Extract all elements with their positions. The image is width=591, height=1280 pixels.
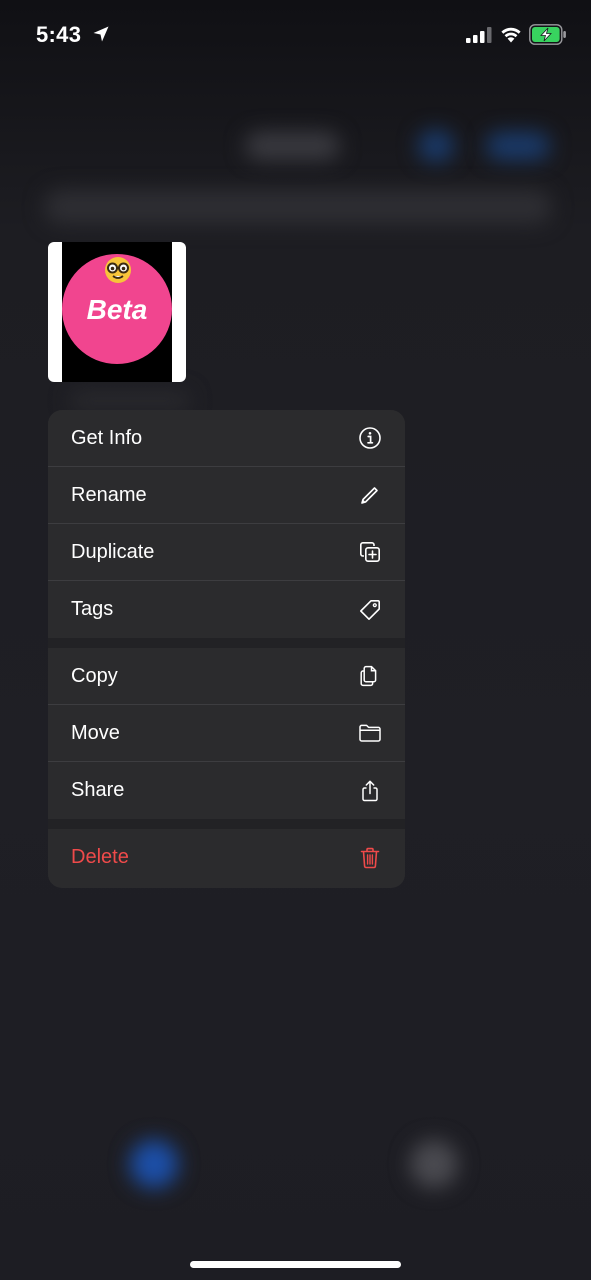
blurred-nav-button [486,132,550,160]
cellular-signal-icon [466,27,492,43]
blurred-title [245,132,340,160]
home-indicator[interactable] [190,1261,401,1268]
menu-item-get-info[interactable]: Get Info [48,410,405,467]
info-circle-icon [359,427,381,449]
blurred-tab-icon [410,1140,458,1188]
menu-group-info: Get Info Rename Duplicate Tags [48,410,405,638]
beta-logo-text: Beta [86,294,148,325]
menu-item-delete[interactable]: Delete [48,829,405,886]
share-icon [362,780,378,801]
wifi-icon [501,27,521,43]
blurred-nav-button [418,130,454,162]
menu-item-label: Tags [71,598,114,620]
menu-item-label: Rename [71,483,147,506]
folder-icon [359,724,381,742]
file-thumbnail[interactable]: Beta [48,242,186,382]
menu-group-destructive: Delete [48,829,405,886]
duplicate-icon [360,542,380,562]
trash-icon [360,847,380,868]
menu-item-label: Get Info [71,426,143,449]
copy-icon [360,665,377,687]
menu-item-copy[interactable]: Copy [48,648,405,705]
menu-item-rename[interactable]: Rename [48,467,405,524]
nerd-face-emoji-icon [105,257,131,283]
menu-item-label: Share [71,779,125,801]
menu-item-label: Duplicate [71,540,155,563]
menu-separator [48,638,405,648]
tag-icon [360,599,380,620]
pencil-icon [361,487,378,504]
menu-item-move[interactable]: Move [48,705,405,762]
context-menu: Get Info Rename Duplicate Tags Copy Move… [48,410,405,888]
thumbnail-image: Beta [62,242,172,382]
blurred-tab-icon [130,1140,178,1188]
blurred-filename [70,392,190,410]
menu-group-actions: Copy Move Share [48,648,405,819]
menu-item-share[interactable]: Share [48,762,405,819]
menu-item-label: Copy [71,664,118,687]
menu-separator [48,819,405,829]
status-time: 5:43 [36,22,82,47]
menu-item-label: Move [71,721,120,744]
battery-charging-icon [529,24,566,45]
blurred-search-bar [44,190,552,224]
location-arrow-icon [93,26,109,42]
menu-item-label: Delete [71,846,129,868]
menu-item-tags[interactable]: Tags [48,581,405,638]
menu-item-duplicate[interactable]: Duplicate [48,524,405,581]
status-bar: 5:43 [0,0,591,70]
